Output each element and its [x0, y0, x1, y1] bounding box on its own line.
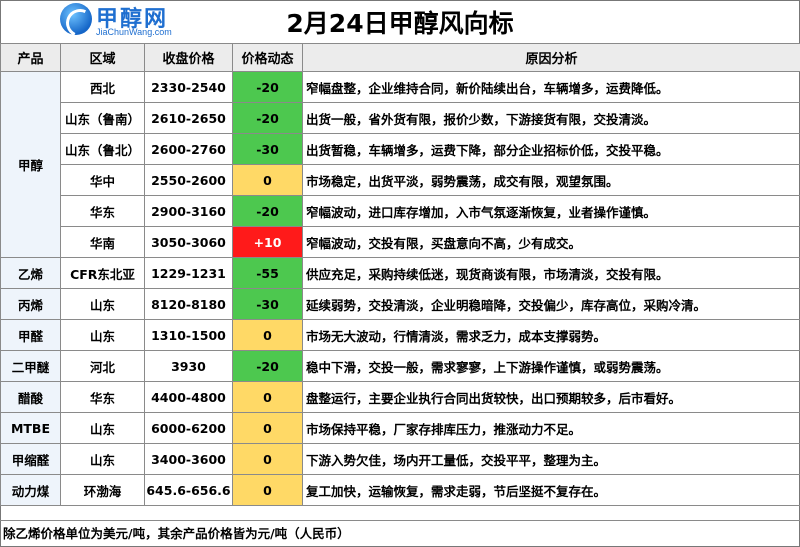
- reason-cell: 复工加快，运输恢复，需求走弱，节后坚挺不复存在。: [302, 474, 800, 506]
- product-cell: 丙烯: [0, 288, 61, 320]
- price-cell: 3930: [144, 350, 233, 382]
- price-cell: 2610-2650: [144, 102, 233, 134]
- reason-cell: 出货一般，省外货有限，报价少数，下游接货有限，交投清淡。: [302, 102, 800, 134]
- reason-cell: 窄幅盘整，企业维持合同，新价陆续出台，车辆增多，运费降低。: [302, 71, 800, 103]
- price-cell: 645.6-656.6: [144, 474, 233, 506]
- table-row: MTBE 山东 6000-6200 0 市场保持平稳，厂家存排库压力，推涨动力不足。: [0, 412, 800, 444]
- reason-cell: 市场无大波动，行情清淡，需求乏力，成本支撑弱势。: [302, 319, 800, 351]
- change-cell: -30: [232, 288, 303, 320]
- region-cell: 华东: [60, 195, 145, 227]
- price-cell: 3050-3060: [144, 226, 233, 258]
- header-region: 区域: [60, 43, 145, 72]
- region-cell: 华东: [60, 381, 145, 413]
- region-cell: 山东: [60, 412, 145, 444]
- table-row: 山东（鲁北） 2600-2760 -30 出货暂稳，车辆增多，运费下降，部分企业招标价…: [1, 133, 800, 165]
- price-cell: 8120-8180: [144, 288, 233, 320]
- region-cell: 山东: [60, 288, 145, 320]
- table-row: 山东（鲁南） 2610-2650 -20 出货一般，省外货有限，报价少数，下游接货有限…: [1, 102, 800, 134]
- table-row: 华东 2900-3160 -20 窄幅波动，进口库存增加，入市气氛逐渐恢复，业者操作谨…: [1, 195, 800, 227]
- header-price: 收盘价格: [144, 43, 233, 72]
- price-cell: 6000-6200: [144, 412, 233, 444]
- table-row: 乙烯 CFR东北亚 1229-1231 -55 供应充足，采购持续低迷，现货商谈有限，市…: [0, 257, 800, 289]
- price-cell: 2550-2600: [144, 164, 233, 196]
- price-cell: 1310-1500: [144, 319, 233, 351]
- reason-cell: 下游入势欠佳，场内开工量低，交投平平，整理为主。: [302, 443, 800, 475]
- header-change: 价格动态: [232, 43, 303, 72]
- product-cell: 二甲醚: [0, 350, 61, 382]
- page-title: 2月24日甲醇风向标: [286, 9, 514, 38]
- table-row: 甲醇 西北 2330-2540 -20 窄幅盘整，企业维持合同，新价陆续出台，车辆增多，…: [0, 71, 800, 258]
- price-cell: 1229-1231: [144, 257, 233, 289]
- reason-cell: 盘整运行，主要企业执行合同出货较快，出口预期较多，后市看好。: [302, 381, 800, 413]
- reason-cell: 供应充足，采购持续低迷，现货商谈有限，市场清淡，交投有限。: [302, 257, 800, 289]
- table-body: 甲醇 西北 2330-2540 -20 窄幅盘整，企业维持合同，新价陆续出台，车辆增多，…: [0, 71, 800, 506]
- region-cell: 山东: [60, 319, 145, 351]
- table-header-row: 产品 区域 收盘价格 价格动态 原因分析: [0, 43, 800, 72]
- table-row: 甲醛 山东 1310-1500 0 市场无大波动，行情清淡，需求乏力，成本支撑弱势。: [0, 319, 800, 351]
- table-row: 醋酸 华东 4400-4800 0 盘整运行，主要企业执行合同出货较快，出口预期较多，后…: [0, 381, 800, 413]
- product-cell: 醋酸: [0, 381, 61, 413]
- product-cell: 甲缩醛: [0, 443, 61, 475]
- header: 甲醇网 JiaChunWang.com 2月24日甲醇风向标: [0, 0, 800, 42]
- region-cell: CFR东北亚: [60, 257, 145, 289]
- product-cell: 甲醛: [0, 319, 61, 351]
- change-cell: 0: [232, 443, 303, 475]
- price-cell: 2900-3160: [144, 195, 233, 227]
- price-cell: 2600-2760: [144, 133, 233, 165]
- price-cell: 3400-3600: [144, 443, 233, 475]
- table-row: 华南 3050-3060 +10 窄幅波动，交投有限，买盘意向不高，少有成交。: [1, 226, 800, 258]
- region-cell: 华南: [60, 226, 145, 258]
- table-row: 二甲醚 河北 3930 -20 稳中下滑，交投一般，需求寥寥，上下游操作谨慎，或弱势震荡…: [0, 350, 800, 382]
- price-table: 产品 区域 收盘价格 价格动态 原因分析 甲醇 西北 2330-2540 -20 窄幅盘…: [0, 43, 800, 506]
- region-cell: 华中: [60, 164, 145, 196]
- change-cell: +10: [232, 226, 303, 258]
- product-cell: 动力煤: [0, 474, 61, 506]
- reason-cell: 出货暂稳，车辆增多，运费下降，部分企业招标价低，交投平稳。: [302, 133, 800, 165]
- product-cell: MTBE: [0, 412, 61, 444]
- change-cell: 0: [232, 319, 303, 351]
- region-cell: 山东（鲁南）: [60, 102, 145, 134]
- reason-cell: 窄幅波动，进口库存增加，入市气氛逐渐恢复，业者操作谨慎。: [302, 195, 800, 227]
- change-cell: -55: [232, 257, 303, 289]
- reason-cell: 窄幅波动，交投有限，买盘意向不高，少有成交。: [302, 226, 800, 258]
- footnote: 除乙烯价格单位为美元/吨，其余产品价格皆为元/吨（人民币）: [0, 520, 800, 547]
- region-cell: 西北: [60, 71, 145, 103]
- reason-cell: 稳中下滑，交投一般，需求寥寥，上下游操作谨慎，或弱势震荡。: [302, 350, 800, 382]
- header-reason: 原因分析: [302, 43, 800, 72]
- change-cell: -20: [232, 102, 303, 134]
- reason-cell: 市场保持平稳，厂家存排库压力，推涨动力不足。: [302, 412, 800, 444]
- price-cell: 4400-4800: [144, 381, 233, 413]
- region-cell: 环渤海: [60, 474, 145, 506]
- product-cell: 甲醇: [0, 71, 61, 258]
- table-row: 华中 2550-2600 0 市场稳定，出货平淡，弱势震荡，成交有限，观望氛围。: [1, 164, 800, 196]
- change-cell: 0: [232, 474, 303, 506]
- change-cell: 0: [232, 381, 303, 413]
- price-cell: 2330-2540: [144, 71, 233, 103]
- change-cell: -20: [232, 195, 303, 227]
- reason-cell: 市场稳定，出货平淡，弱势震荡，成交有限，观望氛围。: [302, 164, 800, 196]
- reason-cell: 延续弱势，交投清淡，企业明稳暗降，交投偏少，库存高位，采购冷清。: [302, 288, 800, 320]
- change-cell: -30: [232, 133, 303, 165]
- region-cell: 山东（鲁北）: [60, 133, 145, 165]
- region-cell: 河北: [60, 350, 145, 382]
- change-cell: 0: [232, 412, 303, 444]
- region-cell: 山东: [60, 443, 145, 475]
- header-product: 产品: [0, 43, 61, 72]
- product-cell: 乙烯: [0, 257, 61, 289]
- table-row: 丙烯 山东 8120-8180 -30 延续弱势，交投清淡，企业明稳暗降，交投偏少，库存…: [0, 288, 800, 320]
- change-cell: -20: [232, 71, 303, 103]
- table-row: 动力煤 环渤海 645.6-656.6 0 复工加快，运输恢复，需求走弱，节后坚挺不复存…: [0, 474, 800, 506]
- change-cell: 0: [232, 164, 303, 196]
- change-cell: -20: [232, 350, 303, 382]
- table-row: 甲缩醛 山东 3400-3600 0 下游入势欠佳，场内开工量低，交投平平，整理为主。: [0, 443, 800, 475]
